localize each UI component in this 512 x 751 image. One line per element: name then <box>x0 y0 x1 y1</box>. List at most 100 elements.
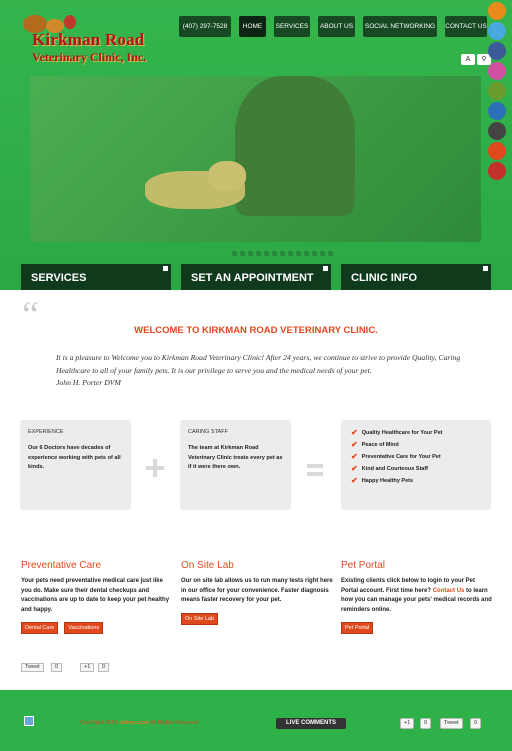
text-size-icon[interactable]: A <box>461 54 475 65</box>
check-label: Preventative Care for Your Pet <box>361 453 441 460</box>
rss-icon[interactable] <box>488 2 506 20</box>
nav-home[interactable]: HOME <box>239 16 266 37</box>
on-site-lab-button[interactable]: On Site Lab <box>181 612 219 625</box>
stumbleupon-icon[interactable] <box>488 142 506 160</box>
welcome-title: WELCOME TO KIRKMAN ROAD VETERINARY CLINI… <box>134 325 378 336</box>
slider-dot[interactable] <box>264 251 269 256</box>
footer-tweet-button[interactable]: Tweet <box>440 718 463 729</box>
preventative-text: Your pets need preventative medical care… <box>21 578 170 613</box>
contact-us-link[interactable]: Contact Us <box>433 588 465 594</box>
welcome-text: It is a pleasure to Welcome you to Kirkm… <box>56 352 486 390</box>
gplus-count: 0 <box>98 663 110 672</box>
twitter-icon[interactable] <box>488 22 506 40</box>
slider-dot[interactable] <box>248 251 253 256</box>
check-item: ✔ Happy Healthy Pets <box>351 476 413 485</box>
slider-dot[interactable] <box>272 251 277 256</box>
tweet-count: 0 <box>51 663 63 672</box>
lab-heading: On Site Lab <box>181 560 234 571</box>
dog-head-image <box>208 161 246 191</box>
experience-box: EXPERIENCE Our 6 Doctors have decades of… <box>20 420 131 510</box>
nav-contact-us[interactable]: CONTACT US <box>445 16 487 37</box>
nav-services[interactable]: SERVICES <box>274 16 310 37</box>
check-item: ✔ Peace of Mind <box>351 440 399 449</box>
flag-icon[interactable] <box>24 716 34 726</box>
check-icon: ✔ <box>351 464 358 473</box>
staff-text: The team at Kirkman Road Veterinary Clin… <box>188 445 283 470</box>
clinic-info-bar[interactable]: CLINIC INFO <box>341 264 491 290</box>
appointment-bar-label: SET AN APPOINTMENT <box>191 272 314 284</box>
copyright-year: Copyright 2012 <box>80 720 118 726</box>
check-item: ✔ Quality Healthcare for Your Pet <box>351 428 443 437</box>
check-item: ✔ Kind and Courteous Staff <box>351 464 428 473</box>
welcome-signature: John H. Porter DVM <box>56 378 121 387</box>
preventative-heading: Preventative Care <box>21 560 102 571</box>
nav-phone[interactable]: (407) 297-7528 <box>179 16 231 37</box>
logo-subtitle: Veterinary Clinic, Inc. <box>32 50 147 64</box>
check-icon: ✔ <box>351 452 358 461</box>
pet-portal-column: Pet Portal Existing clients click below … <box>341 560 493 634</box>
header: Kirkman Road Veterinary Clinic, Inc. (40… <box>0 0 512 290</box>
check-label: Kind and Courteous Staff <box>361 465 429 472</box>
experience-title: EXPERIENCE <box>28 429 64 435</box>
slider-dot[interactable] <box>296 251 301 256</box>
slider-dot[interactable] <box>312 251 317 256</box>
portal-heading: Pet Portal <box>341 560 385 571</box>
hero-slider[interactable] <box>30 76 481 242</box>
expand-icon[interactable] <box>483 266 488 271</box>
nav-social-networking[interactable]: SOCIAL NETWORKING <box>363 16 437 37</box>
slider-dot[interactable] <box>240 251 245 256</box>
site-link[interactable]: vetlive.com <box>119 720 149 726</box>
tweet-button[interactable]: Tweet <box>21 663 44 672</box>
equals-icon <box>307 464 323 476</box>
experience-text: Our 6 Doctors have decades of experience… <box>28 445 121 470</box>
expand-icon[interactable] <box>323 266 328 271</box>
services-bar[interactable]: SERVICES <box>21 264 171 290</box>
tree-image <box>235 76 355 216</box>
facebook-icon[interactable] <box>488 42 506 60</box>
slider-dot[interactable] <box>288 251 293 256</box>
benefits-box: ✔ Quality Healthcare for Your Pet ✔ Peace … <box>341 420 491 510</box>
youtube-icon[interactable] <box>488 162 506 180</box>
flickr-icon[interactable] <box>488 62 506 80</box>
logo[interactable]: Kirkman Road Veterinary Clinic, Inc. <box>20 6 180 66</box>
nav-about-us[interactable]: ABOUT US <box>318 16 355 37</box>
check-label: Happy Healthy Pets <box>361 477 414 484</box>
expand-icon[interactable] <box>163 266 168 271</box>
rights-text: All Rights Reserved <box>150 720 199 726</box>
footer-gplus-button[interactable]: +1 <box>400 718 415 729</box>
lab-text: Our on site lab allows us to run many te… <box>181 578 333 603</box>
main-content: “ WELCOME TO KIRKMAN ROAD VETERINARY CLI… <box>0 290 512 690</box>
gplus-button[interactable]: +1 <box>80 663 95 672</box>
check-icon: ✔ <box>351 440 358 449</box>
staff-title: CARING STAFF <box>188 429 228 435</box>
slider-pagination[interactable] <box>232 251 333 256</box>
check-label: Quality Healthcare for Your Pet <box>361 429 443 436</box>
logo-title: Kirkman Road <box>32 30 145 49</box>
slider-dot[interactable] <box>304 251 309 256</box>
slider-dot[interactable] <box>280 251 285 256</box>
social-sidebar <box>488 2 510 180</box>
welcome-paragraph: It is a pleasure to Welcome you to Kirkm… <box>56 353 461 375</box>
pet-portal-button[interactable]: Pet Portal <box>341 622 374 634</box>
digg-icon[interactable] <box>488 82 506 100</box>
tweet-label: Tweet <box>25 664 40 670</box>
slider-dot[interactable] <box>320 251 325 256</box>
slider-dot[interactable] <box>232 251 237 256</box>
portal-text: Existing clients click below to login to… <box>341 577 493 615</box>
delicious-icon[interactable] <box>488 102 506 120</box>
preventative-care-column: Preventative Care Your pets need prevent… <box>21 560 173 634</box>
slider-dot[interactable] <box>328 251 333 256</box>
vaccinations-button[interactable]: Vaccinations <box>64 622 104 634</box>
on-site-lab-column: On Site Lab Our on site lab allows us to… <box>181 560 333 625</box>
appointment-bar[interactable]: SET AN APPOINTMENT <box>181 264 331 290</box>
services-bar-label: SERVICES <box>31 272 87 284</box>
dental-care-button[interactable]: Dental Care <box>21 622 59 634</box>
check-icon: ✔ <box>351 428 358 437</box>
footer: Copyright 2012 vetlive.com All Rights Re… <box>0 690 512 751</box>
slider-dot[interactable] <box>256 251 261 256</box>
myspace-icon[interactable] <box>488 122 506 140</box>
copyright: Copyright 2012 vetlive.com All Rights Re… <box>80 720 198 726</box>
check-item: ✔ Preventative Care for Your Pet <box>351 452 441 461</box>
live-comments-button[interactable]: LIVE COMMENTS <box>276 718 346 729</box>
check-label: Peace of Mind <box>361 441 399 448</box>
